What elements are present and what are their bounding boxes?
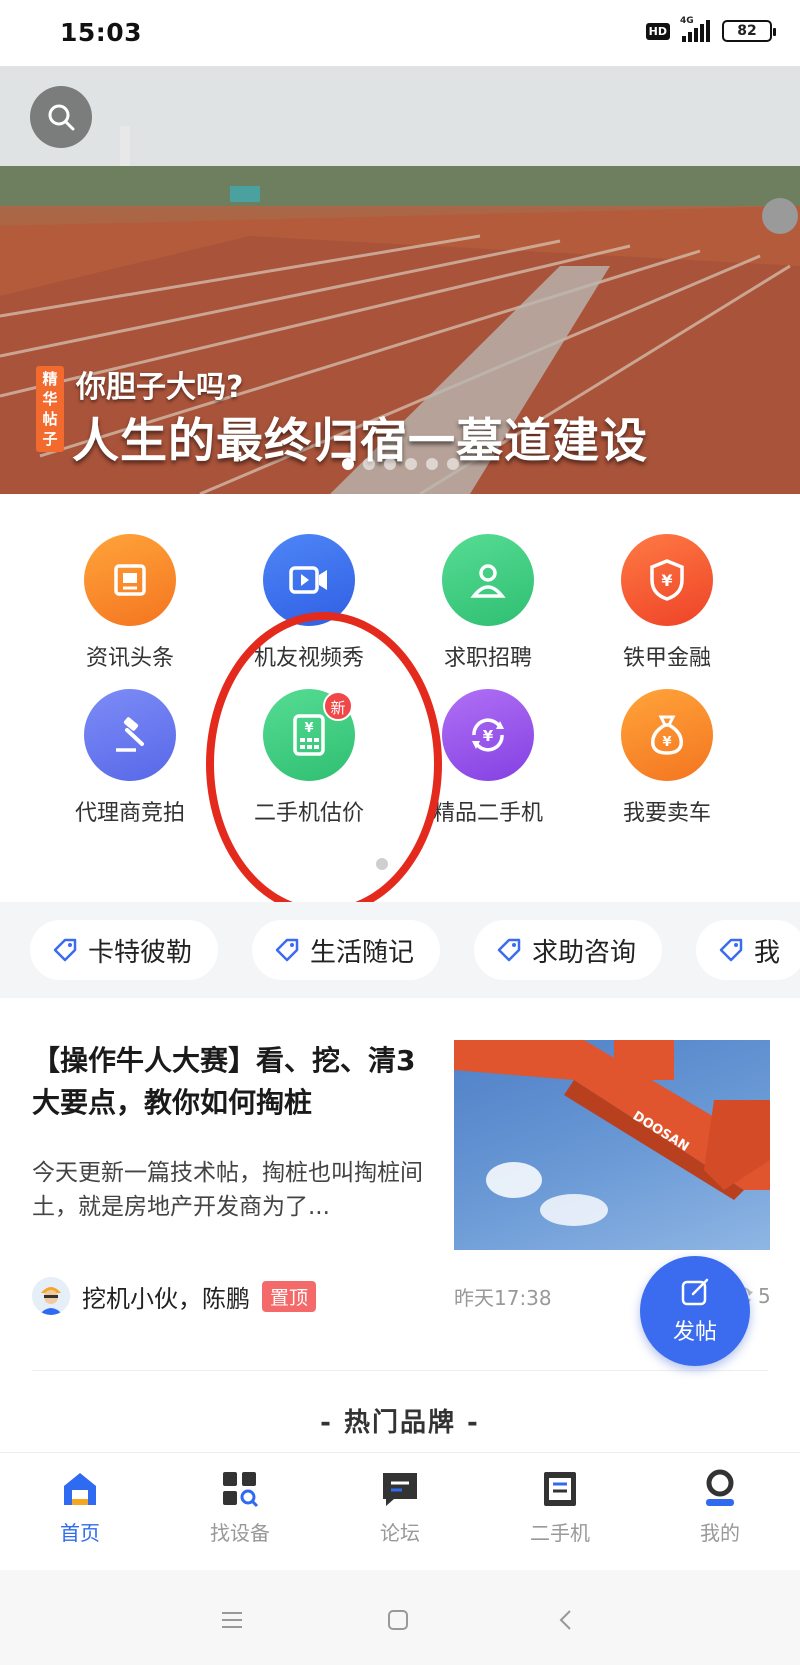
tag-label: 卡特彼勒 [88,937,193,968]
menu-icon[interactable] [212,1600,252,1640]
banner-subtitle: 你胆子大吗? [76,370,244,405]
tag-icon [719,938,743,962]
author-name[interactable]: 挖机小伙，陈鹏 [82,1279,250,1314]
hd-icon: HD [645,22,670,40]
grid-item-valuation[interactable]: ¥ 新 二手机估价 [219,689,399,827]
svg-text:¥: ¥ [662,735,671,750]
nav-item-forum[interactable]: 论坛 [340,1467,460,1546]
post-button-label: 发帖 [672,1320,717,1345]
grid-label: 资讯头条 [85,646,174,671]
nav-item-used-machine[interactable]: 二手机 [500,1467,620,1546]
grid-item-auction[interactable]: 代理商竞拍 [40,689,220,827]
banner-dot [447,458,459,470]
home-square-icon[interactable] [378,1600,418,1640]
nav-label: 找设备 [210,1521,270,1545]
article-summary: 今天更新一篇技术帖，掏桩也叫掏桩间土，就是房地产开发商为了... [32,1160,423,1220]
search-button[interactable] [30,86,92,148]
tag-chip[interactable]: 卡特彼勒 [30,920,219,980]
back-icon[interactable] [546,1600,586,1640]
status-bar: 15:03 HD 4G 82 [0,0,800,66]
find-equipment-icon [218,1467,262,1511]
grid-item-used-machines[interactable]: ¥ 精品二手机 [398,689,578,827]
bottom-nav: 首页 找设备 论坛 二手机 我的 [0,1452,800,1570]
grid-label: 精品二手机 [432,801,543,826]
nav-item-home[interactable]: 首页 [20,1467,140,1546]
share-count: 5 [758,1284,771,1308]
topic-tags: 卡特彼勒 生活随记 求助咨询 我 [0,902,800,998]
price-calculator-icon: ¥ 新 [263,689,355,781]
grid-item-video[interactable]: 机友视频秀 [219,534,399,672]
tag-label: 生活随记 [310,937,415,968]
post-button[interactable]: 发帖 [640,1256,750,1366]
svg-text:¥: ¥ [661,571,672,590]
banner-dot [363,458,375,470]
svg-text:¥: ¥ [483,727,494,745]
tag-icon [275,938,299,962]
divider [32,1370,768,1371]
banner-dot [342,458,354,470]
nav-label: 首页 [60,1521,100,1545]
tag-label: 求助咨询 [532,937,637,968]
avatar[interactable] [32,1277,70,1315]
search-icon [48,104,75,131]
grid-page-indicator [376,858,388,870]
grid-item-sell-car[interactable]: ¥ 我要卖车 [577,689,757,827]
auction-hammer-icon [84,689,176,781]
banner-pagination [342,458,459,470]
new-badge: 新 [323,691,353,721]
forum-icon [378,1467,422,1511]
banner-tag: 精华帖子 [36,366,64,452]
job-icon [442,534,534,626]
section-title-hot-brands: - 热门品牌 - [320,1408,480,1438]
tag-icon [53,938,77,962]
nav-item-profile[interactable]: 我的 [660,1467,780,1546]
banner-carousel[interactable]: 精华帖子 你胆子大吗? 人生的最终归宿一墓道建设 [0,66,800,494]
banner-dot [405,458,417,470]
grid-item-news[interactable]: 资讯头条 [40,534,220,672]
tag-chip[interactable]: 求助咨询 [474,920,663,980]
battery-icon: 82 [722,20,776,42]
grid-label: 机友视频秀 [253,646,364,671]
grid-item-finance[interactable]: ¥ 铁甲金融 [577,534,757,672]
status-time: 15:03 [60,18,143,47]
grid-label: 我要卖车 [622,801,711,826]
finance-shield-icon: ¥ [621,534,713,626]
network-type: 4G [680,16,694,26]
system-nav-bar [0,1570,800,1665]
tag-chip[interactable]: 生活随记 [252,920,441,980]
video-icon [263,534,355,626]
tag-label: 我 [754,937,781,968]
signal-icon: 4G [680,16,710,42]
tag-icon [497,938,521,962]
banner-dot [426,458,438,470]
grid-label: 铁甲金融 [622,646,711,671]
nav-label: 论坛 [380,1521,420,1545]
tag-chip[interactable]: 我 [696,920,800,980]
grid-label: 求职招聘 [443,646,532,671]
grid-label: 二手机估价 [253,801,364,826]
exchange-yuan-icon: ¥ [442,689,534,781]
home-icon [58,1467,102,1511]
status-icons: HD 4G 82 [645,16,776,42]
post-time: 昨天17:38 [454,1285,552,1310]
grid-item-jobs[interactable]: 求职招聘 [398,534,578,672]
pinned-badge: 置顶 [262,1280,317,1312]
news-icon [84,534,176,626]
banner-dot [384,458,396,470]
nav-item-find-equipment[interactable]: 找设备 [180,1467,300,1546]
grid-label: 代理商竞拍 [74,801,185,826]
edit-icon [681,1278,709,1306]
battery-level: 82 [737,23,757,39]
svg-text:¥: ¥ [304,721,313,736]
article-title: 【操作牛人大赛】看、挖、清3大要点，教你如何掏桩 [32,1044,416,1119]
nav-label: 二手机 [530,1521,590,1545]
profile-icon [698,1467,742,1511]
nav-label: 我的 [700,1521,740,1545]
article-thumbnail: DOOSAN [454,1040,770,1250]
money-bag-icon: ¥ [621,689,713,781]
used-machine-icon [538,1467,582,1511]
